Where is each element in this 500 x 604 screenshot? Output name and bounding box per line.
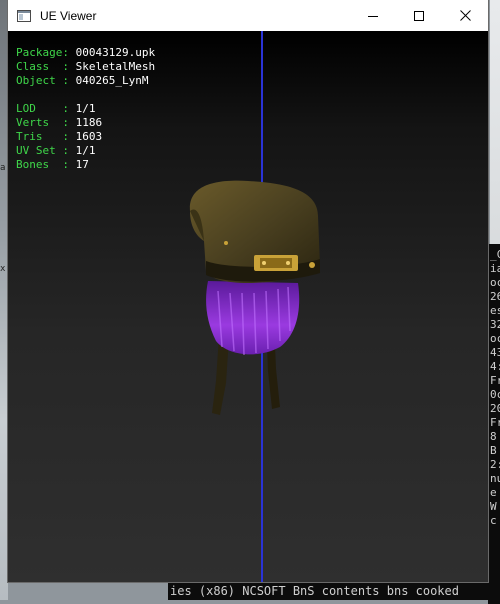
info-label: Object : bbox=[16, 74, 76, 87]
info-value: 040265_LynM bbox=[75, 74, 149, 87]
info-row-lod: LOD : 1/1 bbox=[16, 102, 155, 116]
info-label: Package: bbox=[16, 46, 76, 59]
console-line: nu bbox=[490, 472, 500, 485]
info-value: 1/1 bbox=[75, 144, 96, 157]
info-label: Class : bbox=[16, 60, 76, 73]
console-line: Fr bbox=[490, 416, 500, 429]
console-line: _C bbox=[490, 248, 500, 261]
mesh-info-overlay: Package: 00043129.upk Class : SkeletalMe… bbox=[16, 46, 155, 172]
3d-viewport[interactable]: Package: 00043129.upk Class : SkeletalMe… bbox=[8, 31, 488, 582]
info-value: 1186 bbox=[75, 116, 103, 129]
info-row-object: Object : 040265_LynM bbox=[16, 74, 155, 88]
console-line: 26 bbox=[490, 290, 500, 303]
console-line: 20 bbox=[490, 402, 500, 415]
console-line: 32 bbox=[490, 318, 500, 331]
skeletal-mesh-hat-model[interactable] bbox=[168, 151, 338, 431]
minimize-icon bbox=[368, 15, 378, 17]
console-line: B bbox=[490, 444, 497, 457]
console-line: 0c bbox=[490, 388, 500, 401]
console-line: e bbox=[490, 486, 497, 499]
console-line: ia bbox=[490, 262, 500, 275]
window-title: UE Viewer bbox=[40, 8, 97, 23]
info-row-class: Class : SkeletalMesh bbox=[16, 60, 155, 74]
console-line: 8 bbox=[490, 430, 497, 443]
console-line: oc bbox=[490, 276, 500, 289]
ue-viewer-window[interactable]: UE Viewer Package: 00043129.upk Class : … bbox=[8, 0, 488, 582]
info-row-bones: Bones : 17 bbox=[16, 158, 155, 172]
console-window[interactable]: _Ciaoc26es32oc434:Fr0c20Fr8B2:nueWc bbox=[488, 244, 500, 604]
console-line: 43 bbox=[490, 346, 500, 359]
info-value: 17 bbox=[75, 158, 89, 171]
info-label: Tris : bbox=[16, 130, 76, 143]
info-row-package: Package: 00043129.upk bbox=[16, 46, 155, 60]
info-row-tris: Tris : 1603 bbox=[16, 130, 155, 144]
app-window-icon[interactable] bbox=[16, 8, 32, 24]
background-text: x bbox=[0, 264, 6, 274]
console-line: es bbox=[490, 304, 500, 317]
close-icon bbox=[459, 10, 471, 21]
window-controls bbox=[350, 0, 488, 31]
info-row-uvset: UV Set : 1/1 bbox=[16, 144, 155, 158]
console-line: 2: bbox=[490, 458, 500, 471]
console-line: c bbox=[490, 514, 497, 527]
console-bottom-line: ies (x86) NCSOFT BnS contents bns cooked bbox=[168, 582, 500, 600]
minimize-button[interactable] bbox=[350, 0, 396, 31]
title-bar[interactable]: UE Viewer bbox=[8, 0, 488, 31]
console-line: W bbox=[490, 500, 497, 513]
info-row-verts: Verts : 1186 bbox=[16, 116, 155, 130]
info-label: Verts : bbox=[16, 116, 76, 129]
info-value: SkeletalMesh bbox=[75, 60, 156, 73]
info-value: 1603 bbox=[75, 130, 103, 143]
info-label: LOD : bbox=[16, 102, 76, 115]
maximize-icon bbox=[414, 10, 424, 21]
console-line: Fr bbox=[490, 374, 500, 387]
info-label: Bones : bbox=[16, 158, 76, 171]
close-button[interactable] bbox=[442, 0, 488, 31]
info-label: UV Set : bbox=[16, 144, 76, 157]
info-value: 00043129.upk bbox=[75, 46, 156, 59]
maximize-button[interactable] bbox=[396, 0, 442, 31]
console-line: oc bbox=[490, 332, 500, 345]
background-text: a bbox=[0, 163, 6, 173]
console-line: 4: bbox=[490, 360, 500, 373]
info-value: 1/1 bbox=[75, 102, 96, 115]
desktop-background-left bbox=[0, 0, 8, 600]
